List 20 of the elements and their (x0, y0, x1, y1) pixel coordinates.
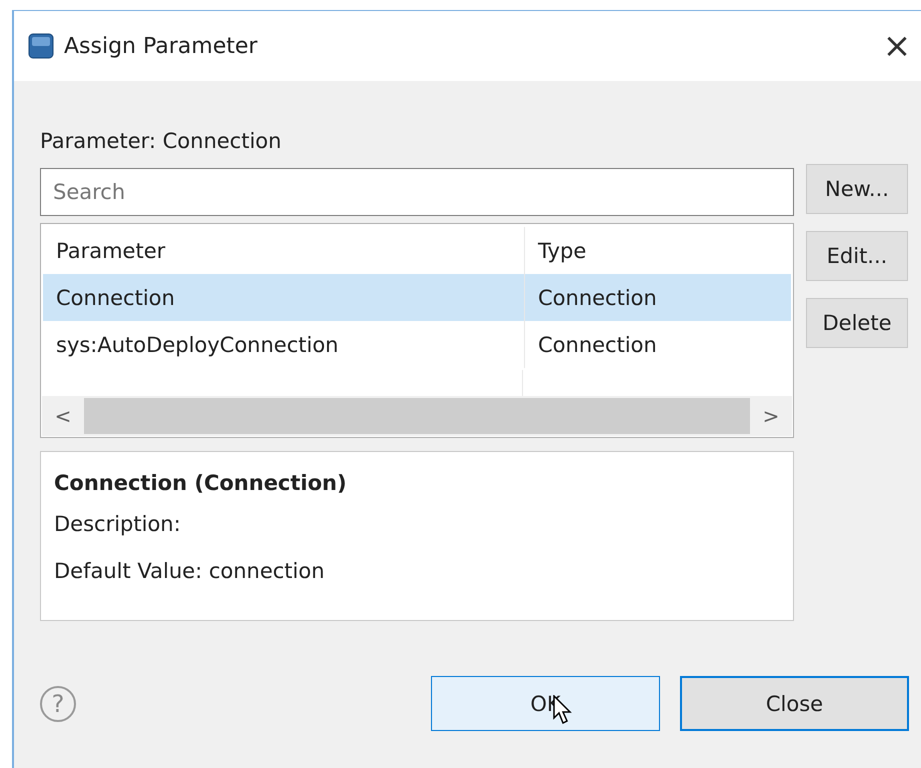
parameter-label: Parameter: Connection (40, 129, 282, 153)
column-header[interactable]: Type (525, 227, 791, 274)
window-title: Assign Parameter (64, 34, 258, 58)
search-field[interactable]: Search (40, 168, 794, 216)
scrollbar-thumb[interactable] (84, 398, 750, 434)
table-cell[interactable]: Connection (525, 321, 791, 368)
details-text: Default Value: connection (54, 558, 326, 584)
action-button[interactable]: Edit... (806, 231, 908, 281)
scroll-right-button[interactable]: > (750, 403, 792, 429)
table-cell[interactable]: Connection (43, 274, 525, 321)
table-cell[interactable]: sys:AutoDeployConnection (43, 321, 525, 368)
app-logo-icon (28, 33, 54, 59)
details-text: Description: (54, 510, 182, 538)
action-button[interactable]: Delete (806, 298, 908, 348)
dialog-button[interactable]: Close (680, 676, 909, 731)
scroll-left-button[interactable]: < (42, 403, 84, 429)
details-title: Connection (Connection) (54, 470, 348, 497)
action-button[interactable]: New... (806, 164, 908, 214)
table-cell[interactable]: Connection (525, 274, 791, 321)
close-button[interactable]: × (873, 22, 921, 70)
